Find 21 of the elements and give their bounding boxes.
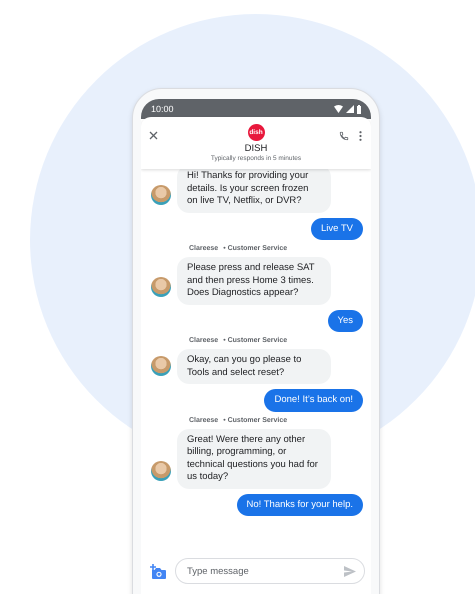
close-icon[interactable] xyxy=(149,131,158,140)
message-input[interactable]: Type message xyxy=(175,558,365,584)
avatar xyxy=(151,356,171,376)
status-time: 10:00 xyxy=(151,104,174,114)
avatar xyxy=(151,276,171,296)
signal-icon xyxy=(346,105,354,113)
avatar xyxy=(151,184,171,204)
sent-message: Done! It’s back on! xyxy=(264,389,363,412)
wifi-icon xyxy=(334,105,343,113)
sent-message: Live TV xyxy=(310,218,363,240)
received-message: Great! Were there any other billing, programming, or technical questions you had for us today? xyxy=(177,428,331,488)
phone-icon[interactable] xyxy=(339,131,349,141)
received-message: Okay, can you go please to Tools and select reset? xyxy=(177,349,331,384)
battery-icon xyxy=(357,104,361,114)
sent-message: Yes xyxy=(328,310,363,332)
more-options-icon[interactable] xyxy=(359,131,362,141)
avatar xyxy=(151,460,171,480)
add-photo-icon[interactable] xyxy=(149,562,167,580)
sent-message: No! Thanks for your help. xyxy=(236,494,363,516)
received-message: Please press and release SAT and then press Home 3 times. Does Diagnostics appear? xyxy=(177,257,331,304)
chat-title: DISH xyxy=(244,143,268,154)
